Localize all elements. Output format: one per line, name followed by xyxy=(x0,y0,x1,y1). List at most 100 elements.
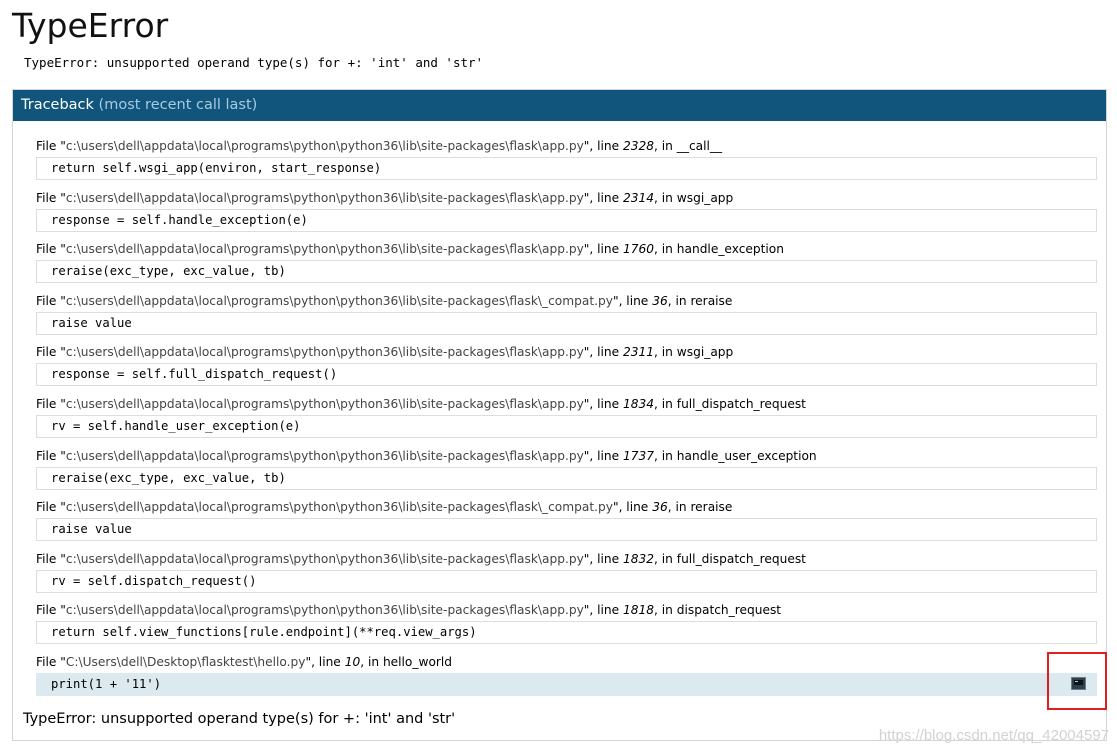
frame-file-path: C:\Users\dell\Desktop\flasktest\hello.py xyxy=(65,654,306,669)
frame-function-name: __call__ xyxy=(676,139,723,153)
traceback-frame[interactable]: File "c:\users\dell\appdata\local\progra… xyxy=(13,601,1106,653)
traceback-frame[interactable]: File "c:\users\dell\appdata\local\progra… xyxy=(13,189,1106,241)
frame-in-label: , in xyxy=(654,603,677,618)
frame-location: File "C:\Users\dell\Desktop\flasktest\he… xyxy=(36,654,453,669)
frame-location: File "c:\users\dell\appdata\local\progra… xyxy=(36,500,733,515)
frame-location: File "c:\users\dell\appdata\local\progra… xyxy=(36,139,723,153)
frame-function-name: handle_exception xyxy=(676,242,784,257)
frame-line-number: 2314 xyxy=(623,190,655,205)
watermark: https://blog.csdn.net/qq_42004597 xyxy=(878,727,1109,744)
traceback-header-label: Traceback xyxy=(21,97,94,113)
frame-source-line[interactable]: rv = self.dispatch_request() xyxy=(36,569,1097,593)
terminal-icon[interactable] xyxy=(1071,676,1086,690)
frame-location: File "c:\users\dell\appdata\local\progra… xyxy=(36,396,806,411)
frame-file-label: File xyxy=(36,190,61,205)
frame-file-label: File xyxy=(36,551,61,566)
frame-in-label: , in xyxy=(654,396,677,411)
source-code-text: raise value xyxy=(51,315,132,330)
source-code-text: reraise(exc_type, exc_value, tb) xyxy=(51,264,286,279)
frame-line-number: 1832 xyxy=(623,551,655,566)
frame-file-path: c:\users\dell\appdata\local\programs\pyt… xyxy=(65,500,613,515)
frame-line-label: , line xyxy=(589,242,624,257)
frame-location: File "c:\users\dell\appdata\local\progra… xyxy=(36,345,734,360)
frame-source-line[interactable]: print(1 + '11') xyxy=(36,672,1097,696)
frame-function-name: reraise xyxy=(690,500,733,515)
traceback-frame[interactable]: File "c:\users\dell\appdata\local\progra… xyxy=(13,550,1106,602)
frame-in-label: , in xyxy=(667,293,691,308)
error-message: TypeError: unsupported operand type(s) f… xyxy=(24,55,484,70)
frame-line-label: , line xyxy=(589,448,624,463)
frame-location: File "c:\users\dell\appdata\local\progra… xyxy=(36,603,782,618)
frame-location: File "c:\users\dell\appdata\local\progra… xyxy=(36,190,734,205)
frame-file-label: File xyxy=(36,500,61,515)
frame-in-label: , in xyxy=(654,190,677,205)
frame-in-label: , in xyxy=(654,551,677,566)
source-code-text: return self.wsgi_app(environ, start_resp… xyxy=(51,161,382,175)
frame-file-path: c:\users\dell\appdata\local\programs\pyt… xyxy=(65,603,584,618)
frame-function-name: dispatch_request xyxy=(676,603,782,618)
frame-line-label: , line xyxy=(589,345,624,360)
frame-function-name: wsgi_app xyxy=(676,190,734,205)
frame-function-name: full_dispatch_request xyxy=(676,551,806,566)
frame-location: File "c:\users\dell\appdata\local\progra… xyxy=(36,551,806,566)
frame-file-path: c:\users\dell\appdata\local\programs\pyt… xyxy=(65,242,584,257)
frame-in-label: , in xyxy=(654,139,677,153)
frame-source-line[interactable]: response = self.handle_exception(e) xyxy=(36,208,1097,232)
source-code-text: response = self.full_dispatch_request() xyxy=(51,367,338,382)
frame-file-path: c:\users\dell\appdata\local\programs\pyt… xyxy=(65,293,613,308)
frame-line-label: , line xyxy=(589,603,624,618)
frame-line-number: 1760 xyxy=(623,242,655,257)
source-code-text: return self.view_functions[rule.endpoint… xyxy=(51,625,477,640)
frame-in-label: , in xyxy=(654,448,677,463)
frame-source-line[interactable]: return self.view_functions[rule.endpoint… xyxy=(36,621,1097,645)
frame-source-line[interactable]: return self.wsgi_app(environ, start_resp… xyxy=(36,157,1097,180)
traceback-frame[interactable]: File "c:\users\dell\appdata\local\progra… xyxy=(13,395,1106,447)
frame-function-name: handle_user_exception xyxy=(676,448,817,463)
frame-line-number: 2328 xyxy=(623,139,655,153)
frame-file-label: File xyxy=(36,396,61,411)
frame-function-name: full_dispatch_request xyxy=(676,396,806,411)
frame-in-label: , in xyxy=(667,500,691,515)
frame-source-line[interactable]: response = self.full_dispatch_request() xyxy=(36,363,1097,387)
frame-file-label: File xyxy=(36,242,61,257)
traceback-panel: Traceback (most recent call last) File "… xyxy=(12,89,1107,741)
traceback-frame[interactable]: File "c:\users\dell\appdata\local\progra… xyxy=(13,343,1106,395)
frame-function-name: hello_world xyxy=(382,654,453,669)
frame-file-label: File xyxy=(36,654,61,669)
frame-file-label: File xyxy=(36,139,61,153)
frame-line-label: , line xyxy=(618,500,653,515)
frame-file-path: c:\users\dell\appdata\local\programs\pyt… xyxy=(65,190,584,205)
source-code-text: rv = self.handle_user_exception(e) xyxy=(51,418,301,433)
frame-source-line[interactable]: reraise(exc_type, exc_value, tb) xyxy=(36,260,1097,284)
traceback-header: Traceback (most recent call last) xyxy=(13,90,1106,121)
frame-line-number: 1818 xyxy=(623,603,655,618)
frame-source-line[interactable]: rv = self.handle_user_exception(e) xyxy=(36,414,1097,438)
frame-file-label: File xyxy=(36,448,61,463)
frame-source-line[interactable]: raise value xyxy=(36,311,1097,335)
frame-line-number: 1834 xyxy=(623,396,655,411)
frame-file-label: File xyxy=(36,345,61,360)
frame-line-number: 10 xyxy=(344,654,361,669)
traceback-frame[interactable]: File "c:\users\dell\appdata\local\progra… xyxy=(13,292,1106,344)
traceback-frame[interactable]: File "c:\users\dell\appdata\local\progra… xyxy=(13,240,1106,292)
traceback-frame[interactable]: File "c:\users\dell\appdata\local\progra… xyxy=(13,447,1106,499)
traceback-frame[interactable]: File "c:\users\dell\appdata\local\progra… xyxy=(13,498,1106,550)
frame-line-number: 2311 xyxy=(623,345,655,360)
page-title: TypeError xyxy=(12,6,169,45)
frame-file-path: c:\users\dell\appdata\local\programs\pyt… xyxy=(65,396,584,411)
frame-source-line[interactable]: raise value xyxy=(36,518,1097,542)
frame-file-label: File xyxy=(36,293,61,308)
frame-function-name: reraise xyxy=(690,293,733,308)
frame-line-number: 1737 xyxy=(623,448,655,463)
frame-source-line[interactable]: reraise(exc_type, exc_value, tb) xyxy=(36,466,1097,490)
frame-location: File "c:\users\dell\appdata\local\progra… xyxy=(36,242,784,257)
frame-list: File "c:\users\dell\appdata\local\progra… xyxy=(13,137,1106,705)
traceback-frame[interactable]: File "c:\users\dell\appdata\local\progra… xyxy=(13,137,1106,189)
frame-line-label: , line xyxy=(618,293,653,308)
frame-line-label: , line xyxy=(589,190,624,205)
frame-file-path: c:\users\dell\appdata\local\programs\pyt… xyxy=(65,345,584,360)
frame-file-path: c:\users\dell\appdata\local\programs\pyt… xyxy=(65,551,584,566)
frame-line-number: 36 xyxy=(652,500,668,515)
traceback-frame[interactable]: File "C:\Users\dell\Desktop\flasktest\he… xyxy=(13,653,1106,705)
frame-in-label: , in xyxy=(360,654,383,669)
